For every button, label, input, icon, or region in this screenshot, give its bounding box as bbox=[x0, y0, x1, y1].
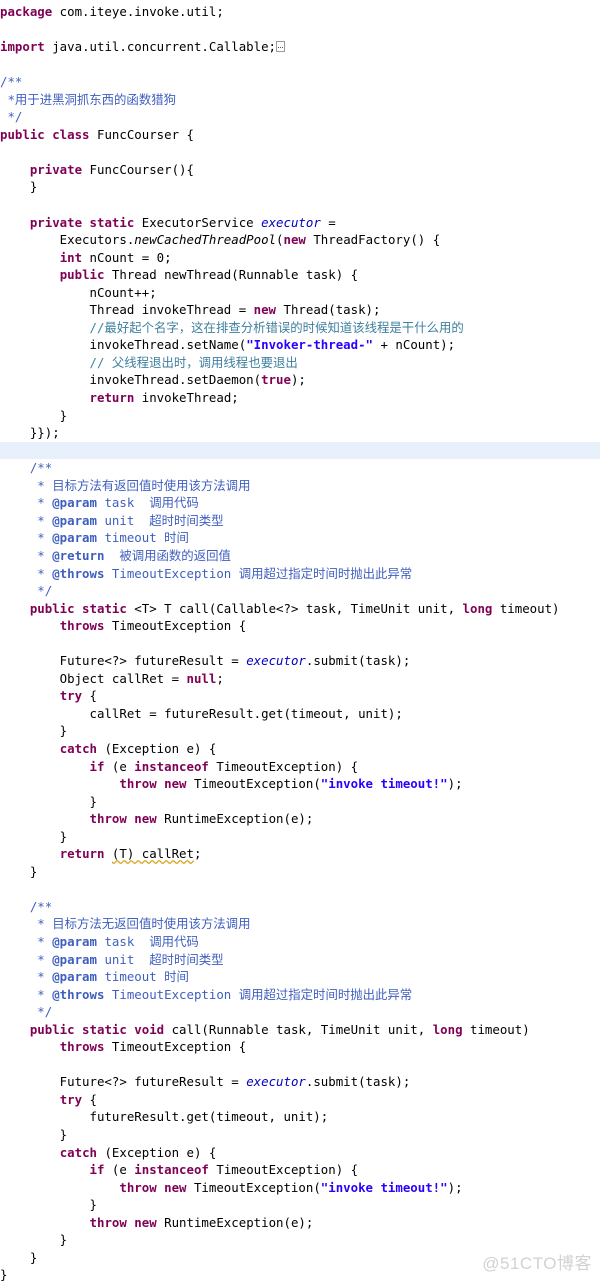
code-line: throw new TimeoutException("invoke timeo… bbox=[119, 776, 463, 792]
code-line: Future<?> futureResult = executor.submit… bbox=[0, 1074, 411, 1090]
code-line: * @param task 调用代码 bbox=[0, 933, 199, 949]
javadoc-tag-param: @param bbox=[52, 969, 97, 985]
keyword-package: package bbox=[0, 4, 53, 19]
javadoc-tag-throws: @throws bbox=[52, 565, 105, 581]
code-line: /** bbox=[0, 460, 53, 476]
javadoc-tag-param: @param bbox=[52, 512, 97, 528]
code-line: * @param unit 超时时间类型 bbox=[0, 951, 224, 967]
code-line: */ bbox=[0, 583, 53, 599]
code-line: Executors.newCachedThreadPool(new Thread… bbox=[0, 232, 441, 248]
javadoc-tag-throws: @throws bbox=[52, 986, 105, 1002]
code-line: Object callRet = null; bbox=[0, 670, 224, 686]
code-line: invokeThread.setName("Invoker-thread-" +… bbox=[0, 337, 456, 353]
code-line: * @throws TimeoutException 调用超过指定时间时抛出此异… bbox=[0, 986, 413, 1002]
code-line: throws TimeoutException { bbox=[59, 618, 247, 634]
code-line: try { bbox=[59, 1091, 97, 1107]
code-line: return invokeThread; bbox=[89, 390, 239, 406]
code-line-method-signature: public static void call(Runnable task, T… bbox=[29, 1021, 530, 1037]
code-line-comment: //最好起个名字，这在排查分析错误的时候知道该线程是干什么用的 bbox=[0, 319, 464, 335]
code-line: public Thread newThread(Runnable task) { bbox=[59, 267, 359, 283]
code-line: } bbox=[0, 723, 68, 739]
javadoc-tag-param: @param bbox=[52, 933, 97, 949]
code-line: } bbox=[0, 1232, 68, 1248]
highlighted-blank-line bbox=[0, 441, 600, 460]
code-line: if (e instanceof TimeoutException) { bbox=[89, 758, 359, 774]
string-literal: "Invoker-thread-" bbox=[246, 337, 374, 353]
code-line: private FuncCourser(){ bbox=[29, 161, 194, 177]
code-line: /** bbox=[0, 74, 23, 90]
javadoc-tag-return: @return bbox=[52, 547, 105, 563]
code-line: } bbox=[0, 407, 68, 423]
code-line: * 目标方法无返回值时使用该方法调用 bbox=[0, 916, 251, 932]
code-line-warning: return (T) callRet; bbox=[59, 846, 202, 862]
site-watermark: @51CTO博客 bbox=[482, 1253, 592, 1273]
code-line: Thread invokeThread = new Thread(task); bbox=[0, 302, 381, 318]
code-editor[interactable]: package com.iteye.invoke.util; import ja… bbox=[0, 0, 600, 1284]
code-line: public class FuncCourser { bbox=[0, 126, 194, 142]
code-line: /** bbox=[0, 898, 53, 914]
code-line-comment: // 父线程退出时，调用线程也要退出 bbox=[0, 354, 298, 370]
code-line: throw new RuntimeException(e); bbox=[89, 811, 314, 827]
code-line: * @throws TimeoutException 调用超过指定时间时抛出此异… bbox=[0, 565, 413, 581]
field-executor: executor bbox=[261, 214, 321, 230]
code-line: } bbox=[0, 863, 38, 879]
code-line: futureResult.get(timeout, unit); bbox=[0, 1109, 329, 1125]
code-line: * 目标方法有返回值时使用该方法调用 bbox=[0, 477, 251, 493]
code-line: private static ExecutorService executor … bbox=[29, 214, 336, 230]
javadoc-tag-param: @param bbox=[52, 951, 97, 967]
code-line: Future<?> futureResult = executor.submit… bbox=[0, 653, 411, 669]
code-line: import java.util.concurrent.Callable; bbox=[0, 38, 600, 56]
code-line: throw new RuntimeException(e); bbox=[89, 1214, 314, 1230]
string-literal: "invoke timeout!" bbox=[320, 1179, 448, 1195]
code-line: }}); bbox=[0, 425, 60, 441]
code-line: * @param timeout 时间 bbox=[0, 530, 189, 546]
keyword-import: import bbox=[0, 39, 45, 55]
field-executor: executor bbox=[246, 653, 306, 669]
code-line: } bbox=[0, 1197, 97, 1213]
code-line: package com.iteye.invoke.util; bbox=[0, 4, 224, 19]
code-line: } bbox=[0, 1127, 68, 1142]
code-line: catch (Exception e) { bbox=[59, 740, 217, 756]
code-line: catch (Exception e) { bbox=[59, 1144, 217, 1160]
code-line: } bbox=[0, 828, 68, 844]
code-line: */ bbox=[0, 109, 23, 125]
string-literal: "invoke timeout!" bbox=[320, 776, 448, 792]
javadoc-tag-param: @param bbox=[52, 495, 97, 511]
collapsed-imports-fold-icon[interactable] bbox=[276, 41, 286, 53]
code-line: try { bbox=[59, 688, 97, 704]
code-line: */ bbox=[0, 1004, 53, 1020]
code-line-method-signature: public static <T> T call(Callable<?> tas… bbox=[29, 600, 560, 616]
code-line: if (e instanceof TimeoutException) { bbox=[89, 1162, 359, 1178]
code-line: * @param timeout 时间 bbox=[0, 969, 189, 985]
code-line: throw new TimeoutException("invoke timeo… bbox=[119, 1179, 463, 1195]
code-line: callRet = futureResult.get(timeout, unit… bbox=[0, 705, 403, 721]
code-line: } bbox=[0, 793, 97, 809]
javadoc-tag-param: @param bbox=[52, 530, 97, 546]
code-line: } bbox=[0, 179, 38, 195]
field-executor: executor bbox=[246, 1074, 306, 1090]
code-line: * @return 被调用函数的返回值 bbox=[0, 547, 231, 563]
code-line: * @param task 调用代码 bbox=[0, 495, 199, 511]
code-line: invokeThread.setDaemon(true); bbox=[0, 372, 306, 388]
code-line: * @param unit 超时时间类型 bbox=[0, 512, 224, 528]
code-line: *用于进黑洞抓东西的函数猎狗 bbox=[0, 91, 176, 107]
code-line: throws TimeoutException { bbox=[59, 1039, 247, 1055]
code-line: nCount++; bbox=[0, 284, 157, 300]
unchecked-cast-warning: (T) callRet bbox=[111, 846, 194, 862]
code-line: int nCount = 0; bbox=[59, 249, 172, 265]
